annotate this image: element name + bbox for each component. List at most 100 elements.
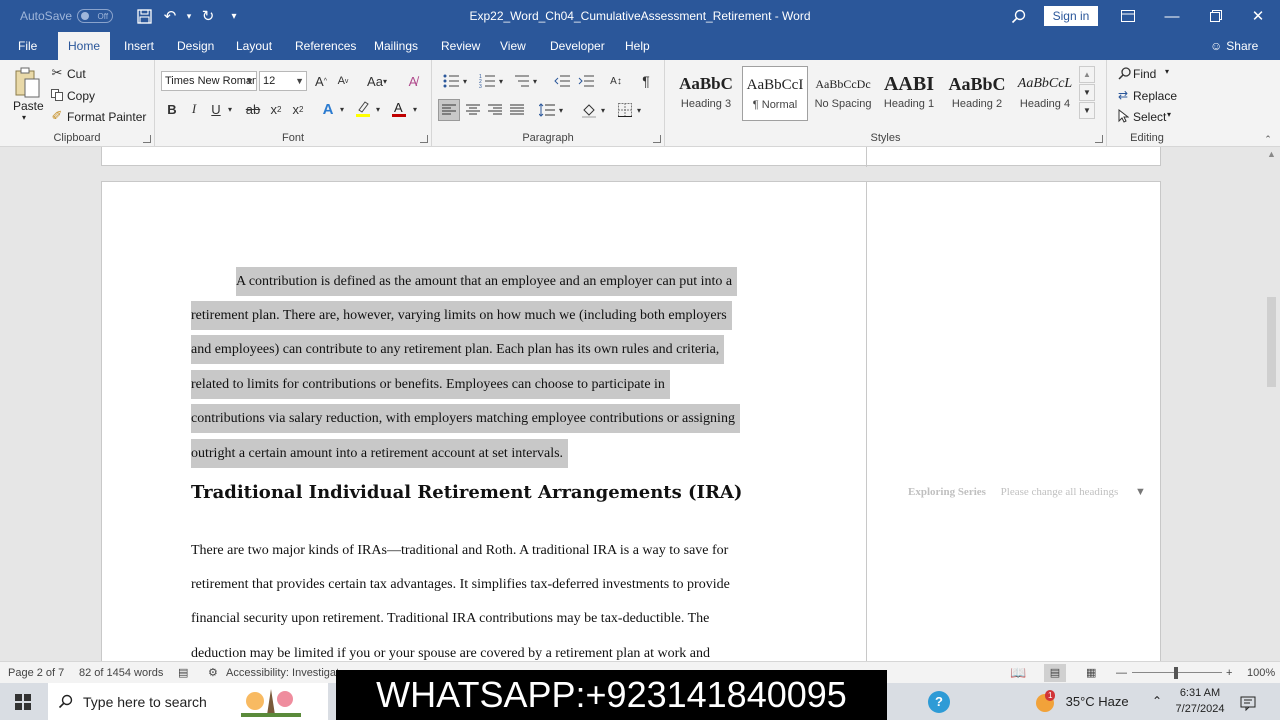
select-icon[interactable]	[1115, 108, 1131, 124]
word-count[interactable]: 82 of 1454 words	[79, 662, 163, 684]
underline-icon[interactable]: U	[207, 99, 225, 119]
tab-mailings[interactable]: Mailings	[366, 32, 426, 60]
tab-references[interactable]: References	[287, 32, 364, 60]
scroll-up-icon[interactable]: ▲	[1263, 147, 1280, 161]
subscript-icon[interactable]: x2	[267, 99, 285, 119]
help-icon[interactable]: ?	[928, 683, 950, 720]
header-dropdown-icon[interactable]: ▼	[1135, 486, 1146, 498]
justify-icon[interactable]	[506, 99, 528, 121]
redo-icon[interactable]: ↻	[195, 3, 221, 29]
clear-formatting-icon[interactable]: A̸	[403, 71, 423, 91]
borders-icon[interactable]	[614, 99, 636, 121]
tab-insert[interactable]: Insert	[116, 32, 162, 60]
replace-icon[interactable]: ⇄	[1115, 87, 1131, 103]
numbering-dropdown-icon[interactable]: ▾	[496, 71, 506, 91]
styles-launcher-icon[interactable]	[1095, 135, 1103, 143]
style-heading-3[interactable]: AaBbC Heading 3	[673, 66, 739, 121]
eiffel-tower-icon[interactable]	[240, 687, 301, 717]
find-icon[interactable]	[1117, 65, 1131, 81]
font-launcher-icon[interactable]	[420, 135, 428, 143]
styles-scroll-down-icon[interactable]: ▼	[1079, 84, 1095, 101]
tab-design[interactable]: Design	[169, 32, 222, 60]
zoom-in-icon[interactable]: +	[1226, 662, 1232, 684]
show-formatting-icon[interactable]: ¶	[636, 71, 656, 91]
replace-button[interactable]: Replace	[1133, 89, 1177, 103]
paragraph-launcher-icon[interactable]	[653, 135, 661, 143]
collapse-ribbon-icon[interactable]: ⌃	[1262, 133, 1274, 145]
restore-icon[interactable]	[1194, 0, 1238, 32]
weather-widget[interactable]: 1 35°C Haze	[1036, 683, 1129, 720]
align-right-icon[interactable]	[484, 99, 506, 121]
paste-button[interactable]: Paste	[13, 99, 44, 113]
align-left-icon[interactable]	[438, 99, 460, 121]
undo-icon[interactable]: ↶	[157, 3, 183, 29]
format-painter-button[interactable]: Format Painter	[67, 110, 146, 124]
document-area[interactable]: A contribution is defined as the amount …	[0, 147, 1263, 661]
format-painter-icon[interactable]: ✐	[50, 108, 64, 123]
save-icon[interactable]	[131, 3, 157, 29]
zoom-level[interactable]: 100%	[1247, 662, 1275, 684]
ribbon-display-options-icon[interactable]	[1106, 0, 1150, 32]
tab-layout[interactable]: Layout	[228, 32, 280, 60]
borders-dropdown-icon[interactable]: ▾	[634, 99, 644, 121]
bold-icon[interactable]: B	[163, 99, 181, 119]
select-button[interactable]: Select	[1133, 110, 1166, 124]
align-center-icon[interactable]	[462, 99, 484, 121]
autosave-toggle[interactable]: Off	[77, 9, 114, 23]
multilevel-list-icon[interactable]	[510, 71, 532, 91]
line-spacing-dropdown-icon[interactable]: ▾	[556, 99, 566, 121]
select-dropdown-icon[interactable]: ▾	[1167, 110, 1171, 119]
cut-button[interactable]: Cut	[67, 67, 86, 81]
share-button[interactable]: ☺ Share	[1210, 32, 1258, 60]
proofing-icon[interactable]: ▤	[178, 662, 188, 684]
shading-dropdown-icon[interactable]: ▾	[598, 99, 608, 121]
customize-qat-icon[interactable]: ▾	[221, 3, 247, 29]
decrease-indent-icon[interactable]	[552, 71, 572, 91]
accessibility-status[interactable]: Accessibility: Investigat	[226, 662, 339, 684]
style-heading-4[interactable]: AaBbCcL Heading 4	[1012, 66, 1078, 121]
windows-start-icon[interactable]	[0, 683, 46, 720]
text-effects-dropdown-icon[interactable]: ▾	[337, 99, 347, 119]
find-button[interactable]: Find	[1133, 67, 1156, 81]
undo-dropdown-icon[interactable]: ▾	[183, 3, 195, 29]
shading-icon[interactable]	[578, 99, 600, 121]
zoom-slider-thumb[interactable]	[1174, 667, 1178, 679]
text-effects-icon[interactable]: A	[317, 99, 339, 119]
italic-icon[interactable]: I	[185, 99, 203, 119]
highlight-dropdown-icon[interactable]: ▾	[373, 99, 383, 119]
section-heading[interactable]: Traditional Individual Retirement Arrang…	[191, 482, 742, 503]
clock[interactable]: 6:31 AM 7/27/2024	[1172, 685, 1228, 717]
cut-icon[interactable]: ✂	[50, 65, 64, 80]
grow-font-icon[interactable]: A ^	[311, 71, 331, 91]
font-size-combo[interactable]: 12 ▼	[259, 71, 307, 91]
tab-view[interactable]: View	[492, 32, 534, 60]
chevron-up-icon[interactable]: ⌃	[1152, 683, 1162, 720]
font-color-dropdown-icon[interactable]: ▾	[410, 99, 420, 119]
sort-icon[interactable]: A↕	[606, 71, 626, 91]
style-normal[interactable]: AaBbCcI ¶ Normal	[742, 66, 808, 121]
styles-scroll-up-icon[interactable]: ▲	[1079, 66, 1095, 83]
line-spacing-icon[interactable]	[536, 99, 558, 121]
superscript-icon[interactable]: x2	[289, 99, 307, 119]
font-color-icon[interactable]: A	[389, 99, 409, 119]
copy-button[interactable]: Copy	[67, 89, 95, 103]
strikethrough-icon[interactable]: ab	[243, 99, 263, 119]
paste-dropdown-icon[interactable]: ▾	[22, 113, 26, 122]
find-dropdown-icon[interactable]: ▾	[1165, 67, 1169, 76]
shrink-font-icon[interactable]: Av	[333, 71, 353, 91]
highlight-icon[interactable]	[353, 99, 373, 119]
vertical-scrollbar[interactable]: ▲	[1263, 147, 1280, 661]
minimize-icon[interactable]: —	[1150, 0, 1194, 32]
read-mode-icon[interactable]: 📖	[1010, 662, 1026, 684]
tab-help[interactable]: Help	[617, 32, 658, 60]
notification-icon[interactable]	[1240, 683, 1256, 720]
tab-file[interactable]: File	[10, 32, 45, 60]
clipboard-launcher-icon[interactable]	[143, 135, 151, 143]
zoom-out-icon[interactable]: —	[1116, 662, 1127, 684]
page-count[interactable]: Page 2 of 7	[8, 662, 64, 684]
multilevel-dropdown-icon[interactable]: ▾	[530, 71, 540, 91]
tab-home[interactable]: Home	[58, 32, 111, 60]
underline-dropdown-icon[interactable]: ▾	[225, 99, 235, 119]
scrollbar-thumb[interactable]	[1267, 297, 1276, 387]
web-layout-icon[interactable]: ▦	[1086, 662, 1096, 684]
